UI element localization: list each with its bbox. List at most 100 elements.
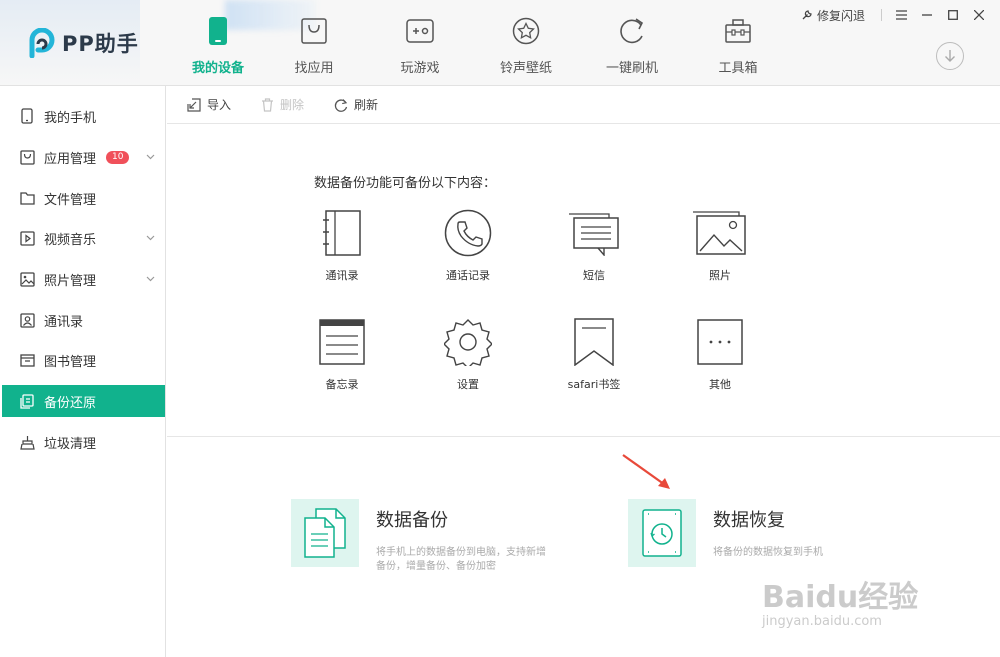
more-icon: [670, 317, 770, 367]
card-description: 将手机上的数据备份到电脑，支持新增 备份，增量备份、备份加密: [376, 546, 581, 574]
watermark-brand: Baidu经验: [762, 580, 919, 615]
watermark-url: jingyan.baidu.com: [762, 614, 882, 629]
backup-files-icon: [291, 499, 359, 567]
nav-find-apps[interactable]: 找应用: [261, 16, 367, 76]
download-arrow-icon: [945, 50, 955, 62]
data-backup-card[interactable]: 数据备份 将手机上的数据备份到电脑，支持新增 备份，增量备份、备份加密: [291, 499, 581, 574]
backup-item-safari-bookmarks: safari书签: [544, 317, 644, 392]
backup-item-label: 设置: [457, 378, 479, 391]
sidebar-item-label: 图书管理: [44, 354, 97, 370]
backup-item-label: safari书签: [567, 378, 621, 391]
card-title: 数据恢复: [713, 510, 785, 531]
bag-icon: [261, 16, 367, 46]
chevron-down-icon[interactable]: [146, 231, 155, 245]
divider: [881, 9, 882, 21]
contacts-icon: [18, 311, 36, 329]
sidebar-item-app-manager[interactable]: 应用管理 10: [2, 141, 165, 173]
message-icon: [544, 208, 644, 258]
gamepad-icon: [367, 16, 473, 46]
top-header: PP助手 我的设备 找应用 玩游戏 铃声壁纸 一键刷机 工具箱 修复闪退: [0, 0, 1000, 86]
play-icon: [18, 229, 36, 247]
sidebar-item-video-music[interactable]: 视频音乐: [2, 222, 165, 254]
sidebar-item-book-manager[interactable]: 图书管理: [2, 344, 165, 376]
nav-label: 我的设备: [191, 61, 244, 76]
sidebar-item-label: 通讯录: [44, 314, 84, 330]
nav-toolbox[interactable]: 工具箱: [685, 16, 791, 76]
window-controls: 修复闪退: [801, 6, 992, 24]
contacts-book-icon: [292, 208, 392, 258]
wrench-icon: [802, 10, 812, 20]
chevron-down-icon[interactable]: [146, 150, 155, 164]
backup-item-memo: 备忘录: [292, 317, 392, 392]
nav-label: 工具箱: [718, 61, 758, 76]
broom-icon: [18, 433, 36, 451]
refresh-icon: [579, 16, 685, 46]
nav-ringtones[interactable]: 铃声壁纸: [473, 16, 579, 76]
phone-icon: [18, 107, 36, 125]
sidebar-item-label: 应用管理: [44, 151, 97, 167]
annotation-arrow: [620, 452, 675, 498]
nav-my-device[interactable]: 我的设备: [175, 16, 261, 76]
nav-games[interactable]: 玩游戏: [367, 16, 473, 76]
sidebar-item-file-manager[interactable]: 文件管理: [2, 182, 165, 214]
card-desc-line: 备份，增量备份、备份加密: [376, 561, 496, 572]
restore-clock-icon: [628, 499, 696, 567]
data-restore-card[interactable]: 数据恢复 将备份的数据恢复到手机: [628, 499, 918, 567]
sidebar-item-backup-restore[interactable]: 备份还原: [2, 385, 165, 417]
sidebar-item-contacts[interactable]: 通讯录: [2, 304, 165, 336]
import-icon: [187, 97, 201, 112]
backup-item-contacts: 通讯录: [292, 208, 392, 283]
card-text: 数据备份 将手机上的数据备份到电脑，支持新增 备份，增量备份、备份加密: [376, 499, 581, 574]
sidebar-item-label: 照片管理: [44, 273, 97, 289]
repair-crash-button[interactable]: 修复闪退: [801, 7, 865, 24]
chevron-down-icon[interactable]: [146, 272, 155, 286]
maximize-button[interactable]: [940, 6, 966, 24]
photos-icon: [670, 208, 770, 258]
sidebar-item-label: 备份还原: [44, 395, 97, 411]
photo-icon: [18, 270, 36, 288]
refresh-button[interactable]: 刷新: [334, 96, 378, 113]
sidebar-item-photo-manager[interactable]: 照片管理: [2, 263, 165, 295]
card-text: 数据恢复 将备份的数据恢复到手机: [713, 499, 918, 567]
repair-label: 修复闪退: [816, 8, 865, 23]
action-toolbar: 导入 删除 刷新: [167, 86, 1000, 124]
toolbox-icon: [685, 16, 791, 46]
sidebar-item-my-phone[interactable]: 我的手机: [2, 100, 165, 132]
sidebar-item-junk-cleaner[interactable]: 垃圾清理: [2, 426, 165, 458]
sidebar: 我的手机 应用管理 10 文件管理 视频音乐 照片管理 通讯录 图书管理 备份还…: [0, 86, 166, 657]
nav-label: 一键刷机: [605, 61, 658, 76]
card-desc-line: 将手机上的数据备份到电脑，支持新增: [376, 547, 546, 558]
settings-gear-icon: [418, 317, 518, 367]
download-button[interactable]: [936, 42, 964, 70]
backup-item-label: 照片: [709, 269, 731, 282]
pp-logo-icon: [28, 27, 56, 59]
update-count-badge: 10: [106, 150, 130, 164]
bookmark-icon: [544, 317, 644, 367]
nav-label: 玩游戏: [400, 61, 440, 76]
close-icon: [974, 10, 984, 20]
backup-item-call-log: 通话记录: [418, 208, 518, 283]
star-icon: [473, 16, 579, 46]
delete-label: 删除: [280, 98, 305, 112]
minimize-icon: [922, 14, 932, 16]
backup-item-label: 备忘录: [325, 378, 359, 391]
trash-icon: [261, 97, 274, 112]
menu-button[interactable]: [888, 6, 914, 24]
app-name: PP助手: [62, 32, 139, 56]
sidebar-item-label: 垃圾清理: [44, 436, 97, 452]
import-button[interactable]: 导入: [187, 96, 231, 113]
book-icon: [18, 351, 36, 369]
maximize-icon: [948, 10, 958, 20]
import-label: 导入: [207, 98, 232, 112]
delete-button[interactable]: 删除: [261, 96, 304, 113]
sidebar-item-label: 我的手机: [44, 110, 97, 126]
backup-item-label: 其他: [709, 378, 731, 391]
nav-flash[interactable]: 一键刷机: [579, 16, 685, 76]
sidebar-item-label: 文件管理: [44, 192, 97, 208]
backup-icon: [18, 392, 36, 410]
minimize-button[interactable]: [914, 6, 940, 24]
close-button[interactable]: [966, 6, 992, 24]
main-nav: 我的设备 找应用 玩游戏 铃声壁纸 一键刷机 工具箱: [175, 16, 791, 76]
folder-icon: [18, 189, 36, 207]
phone-call-icon: [418, 208, 518, 258]
